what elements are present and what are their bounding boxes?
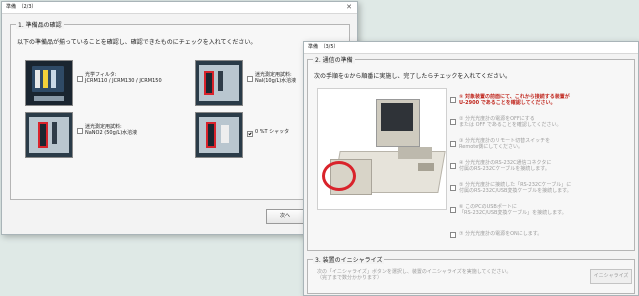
nai-sample-image [195, 60, 243, 106]
initialize-button[interactable]: イニシャライズ [590, 269, 632, 284]
spectrophotometer-image [317, 88, 447, 210]
window-2-title: 準備 （3/5） [308, 44, 339, 50]
step-6-line2: 「RS-232C/USB変換ケーブル」を接続します。 [459, 210, 567, 216]
step-6-text: ⑥ このPCのUSBポートに 「RS-232C/USB変換ケーブル」を接続します… [459, 204, 567, 216]
step-1-text: ① 対象装置の前面にて、これから接続する装置が U-2900 であることを確認し… [459, 94, 570, 106]
nano2-sample-label-line2: NaNO2 (50g/L)水溶液 [85, 130, 138, 136]
highlight-circle [322, 161, 356, 191]
optical-filter-checkbox[interactable] [77, 76, 83, 82]
step-4-checkbox[interactable] [450, 163, 456, 169]
optical-filter-label-line2: JCRM110 / JCRM130 / JCRM150 [85, 78, 162, 84]
step-4-line2: 付属のRS-232Cケーブルを接続します。 [459, 166, 550, 172]
nai-sample-label: 迷光測定用試料: NaI(10g/L)水溶液 [255, 72, 296, 84]
window-2-titlebar: 準備 （3/5） [304, 42, 638, 54]
window-1-title: 準備 （2/3） [6, 4, 37, 10]
shutter-image [195, 112, 243, 158]
close-icon[interactable]: ✕ [346, 2, 352, 13]
initialize-group: 3. 装置のイニシャライズ 次の「イニシャライズ」ボタンを選択し、装置のイニシャ… [307, 255, 635, 294]
initialize-button-label: イニシャライズ [593, 273, 629, 279]
preparation-items-group: 1. 準備品の確認 以下の準備品が揃っていることを確認し、確認できたものにチェッ… [10, 20, 350, 200]
shutter-label-line1: 0 %T シャッタ [255, 129, 290, 135]
step-3-checkbox[interactable] [450, 141, 456, 147]
step-2-line2: または OFF であることを確認してください。 [459, 122, 562, 128]
optical-filter-image [25, 60, 73, 106]
shutter-checkbox[interactable] [247, 131, 253, 137]
step-1-checkbox[interactable] [450, 97, 456, 103]
group-title: 1. 準備品の確認 [16, 20, 64, 29]
step-2-checkbox[interactable] [450, 119, 456, 125]
nano2-sample-checkbox[interactable] [77, 128, 83, 134]
optical-filter-label: 光学フィルタ: JCRM110 / JCRM130 / JCRM150 [85, 72, 162, 84]
step-3-text: ③ 分光光度計のリモート切替スイッチを Remote側にしてください。 [459, 138, 550, 150]
instruction-text: 以下の準備品が揃っていることを確認し、確認できたものにチェックを入れてください。 [17, 39, 257, 46]
nai-sample-label-line2: NaI(10g/L)水溶液 [255, 78, 297, 84]
initialize-instruction: 次の「イニシャライズ」ボタンを選択し、装置のイニシャライズを実施してください。 … [317, 269, 511, 281]
step-7-checkbox[interactable] [450, 232, 456, 238]
step-5-line2: 付属のRS-232C/USB変換ケーブルを接続します。 [459, 188, 572, 194]
instruction-text: 次の手順を①から順番に実施し、完了したらチェックを入れてください。 [314, 73, 512, 80]
preparation-window-2: 準備 （3/5） 2. 通信の準備 次の手順を①から順番に実施し、完了したらチェ… [303, 41, 639, 296]
step-5-checkbox[interactable] [450, 185, 456, 191]
step-7-line1: ⑦ 分光光度計の電源をONにします。 [459, 231, 543, 237]
step-6-checkbox[interactable] [450, 207, 456, 213]
nai-sample-checkbox[interactable] [247, 76, 253, 82]
group-title: 3. 装置のイニシャライズ [313, 255, 385, 264]
step-1-line2: U-2900 であることを確認してください。 [459, 100, 556, 106]
window-1-titlebar: 準備 （2/3） ✕ [2, 2, 357, 14]
nano2-sample-image [25, 112, 73, 158]
step-2-text: ② 分光光度計の電源をOFFにする または OFF であることを確認してください… [459, 116, 562, 128]
shutter-label: 0 %T シャッタ [255, 129, 289, 135]
communication-prep-group: 2. 通信の準備 次の手順を①から順番に実施し、完了したらチェックを入れてくださ… [307, 55, 635, 251]
group-title: 2. 通信の準備 [313, 55, 355, 64]
step-3-line2: Remote側にしてください。 [459, 144, 523, 150]
step-7-text: ⑦ 分光光度計の電源をONにします。 [459, 231, 542, 237]
step-4-text: ④ 分光光度計のRS-232C通信コネクタに 付属のRS-232Cケーブルを接続… [459, 160, 551, 172]
step-5-text: ⑤ 分光光度計に接続した「RS-232Cケーブル」に 付属のRS-232C/US… [459, 182, 572, 194]
initialize-instruction-line2: （完了まで数分かかります） [317, 275, 383, 281]
nano2-sample-label: 迷光測定用試料: NaNO2 (50g/L)水溶液 [85, 124, 137, 136]
next-button[interactable]: 次へ [266, 209, 304, 224]
next-button-label: 次へ [279, 213, 290, 219]
